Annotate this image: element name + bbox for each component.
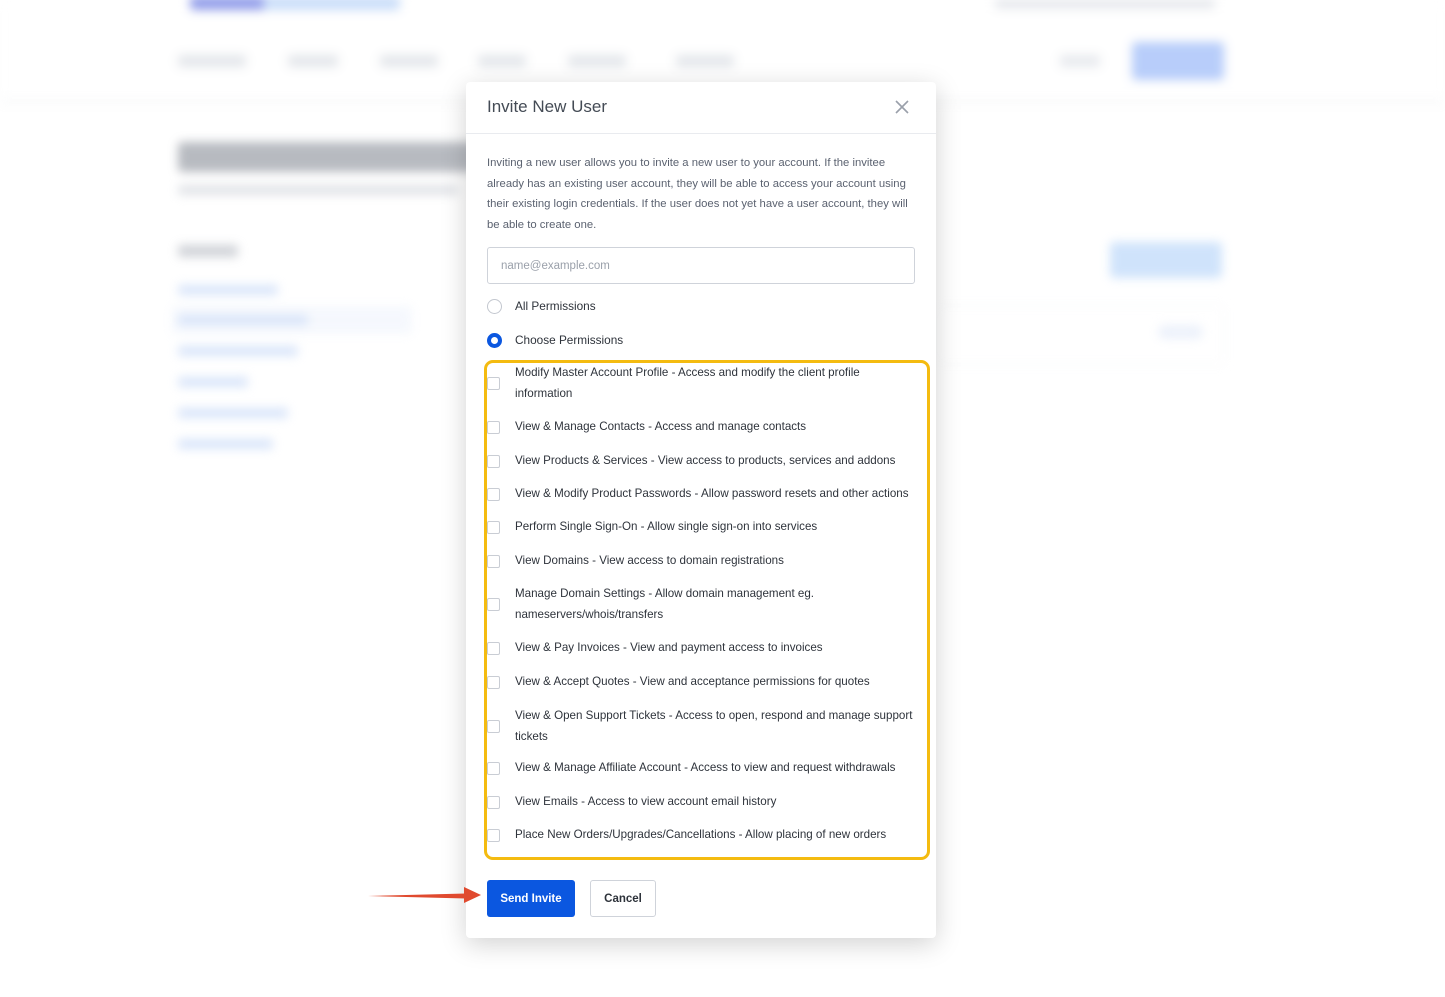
close-button[interactable]	[889, 94, 915, 120]
permission-checkbox[interactable]	[487, 554, 500, 568]
background-sidebar-item	[178, 408, 288, 418]
permission-item[interactable]: Manage Domain Settings - Allow domain ma…	[487, 584, 917, 625]
permission-checkbox[interactable]	[487, 454, 500, 468]
modal-header: Invite New User	[466, 82, 936, 134]
annotation-arrow-icon	[368, 887, 481, 903]
background-sidebar-item	[178, 377, 248, 387]
invite-user-modal: Invite New User Inviting a new user allo…	[466, 82, 936, 938]
close-icon	[895, 100, 909, 114]
background-sidebar-item	[178, 315, 308, 325]
background-nav-item	[380, 55, 438, 67]
radio-all-permissions[interactable]: All Permissions	[487, 296, 596, 316]
background-page-title	[178, 142, 478, 172]
permission-item[interactable]: Perform Single Sign-On - Allow single si…	[487, 517, 917, 538]
permission-checkbox[interactable]	[487, 377, 500, 390]
permission-checkbox[interactable]	[487, 675, 500, 689]
permission-label: View & Manage Affiliate Account - Access…	[515, 761, 896, 774]
background-logo	[190, 0, 400, 10]
radio-choose-permissions[interactable]: Choose Permissions	[487, 330, 623, 350]
permission-checkbox[interactable]	[487, 598, 500, 611]
permission-item[interactable]: Modify Master Account Profile - Access a…	[487, 363, 917, 404]
radio-button-selected[interactable]	[487, 332, 502, 348]
permission-label: View Products & Services - View access t…	[515, 454, 896, 467]
background-sidebar-item	[178, 285, 278, 295]
permission-label: View & Modify Product Passwords - Allow …	[515, 487, 909, 500]
modal-title: Invite New User	[487, 97, 607, 116]
radio-button[interactable]	[487, 298, 502, 314]
permission-checkbox[interactable]	[487, 761, 500, 775]
permission-item[interactable]: View Domains - View access to domain reg…	[487, 551, 917, 572]
background-badge	[1158, 325, 1203, 339]
permission-label: Modify Master Account Profile - Access a…	[515, 366, 860, 400]
background-sidebar-item	[178, 346, 298, 356]
background-cart	[1060, 55, 1100, 67]
send-invite-button[interactable]: Send Invite	[487, 880, 575, 917]
permission-checkbox[interactable]	[487, 641, 500, 655]
cancel-button[interactable]: Cancel	[590, 880, 656, 917]
permission-item[interactable]: View & Pay Invoices - View and payment a…	[487, 638, 917, 659]
permission-item[interactable]: View & Modify Product Passwords - Allow …	[487, 484, 917, 505]
invite-description: Inviting a new user allows you to invite…	[487, 157, 908, 231]
background-nav-item	[288, 55, 338, 67]
permission-item[interactable]: View & Manage Contacts - Access and mana…	[487, 417, 917, 438]
permission-checkbox[interactable]	[487, 520, 500, 534]
background-breadcrumb	[178, 185, 458, 195]
permission-label: View Domains - View access to domain reg…	[515, 554, 784, 567]
permission-checkbox[interactable]	[487, 487, 500, 501]
background-sidebar-heading	[178, 245, 238, 257]
permission-item[interactable]: View & Open Support Tickets - Access to …	[487, 706, 917, 747]
background-nav-item	[568, 55, 626, 67]
permission-label: View & Accept Quotes - View and acceptan…	[515, 675, 870, 688]
permission-item[interactable]: View & Manage Affiliate Account - Access…	[487, 758, 917, 779]
email-input[interactable]	[487, 247, 915, 284]
permission-label: View & Open Support Tickets - Access to …	[515, 709, 913, 743]
permission-label: Perform Single Sign-On - Allow single si…	[515, 520, 818, 533]
permission-item[interactable]: View Products & Services - View access t…	[487, 451, 917, 472]
background-nav-item	[676, 55, 734, 67]
radio-label: All Permissions	[515, 299, 596, 313]
background-button	[1132, 42, 1224, 80]
permission-item[interactable]: Place New Orders/Upgrades/Cancellations …	[487, 825, 917, 846]
permission-checkbox[interactable]	[487, 795, 500, 809]
background-nav-item	[478, 55, 526, 67]
permission-checkbox[interactable]	[487, 420, 500, 434]
permission-item[interactable]: View Emails - Access to view account ema…	[487, 792, 917, 813]
background-panel-button	[1110, 242, 1222, 278]
permission-label: View & Manage Contacts - Access and mana…	[515, 420, 807, 433]
background-nav-item	[178, 55, 246, 67]
permission-label: View & Pay Invoices - View and payment a…	[515, 641, 823, 654]
background-card	[935, 305, 1225, 365]
permission-label: View Emails - Access to view account ema…	[515, 795, 777, 808]
permission-checkbox[interactable]	[487, 828, 500, 842]
background-top-links	[995, 0, 1215, 8]
background-sidebar-active	[172, 306, 412, 334]
background-sidebar-item	[178, 439, 273, 449]
permission-checkbox[interactable]	[487, 720, 500, 733]
permission-label: Manage Domain Settings - Allow domain ma…	[515, 587, 815, 621]
permission-item[interactable]: View & Accept Quotes - View and acceptan…	[487, 672, 917, 693]
permission-label: Place New Orders/Upgrades/Cancellations …	[515, 828, 887, 841]
radio-label: Choose Permissions	[515, 333, 624, 347]
